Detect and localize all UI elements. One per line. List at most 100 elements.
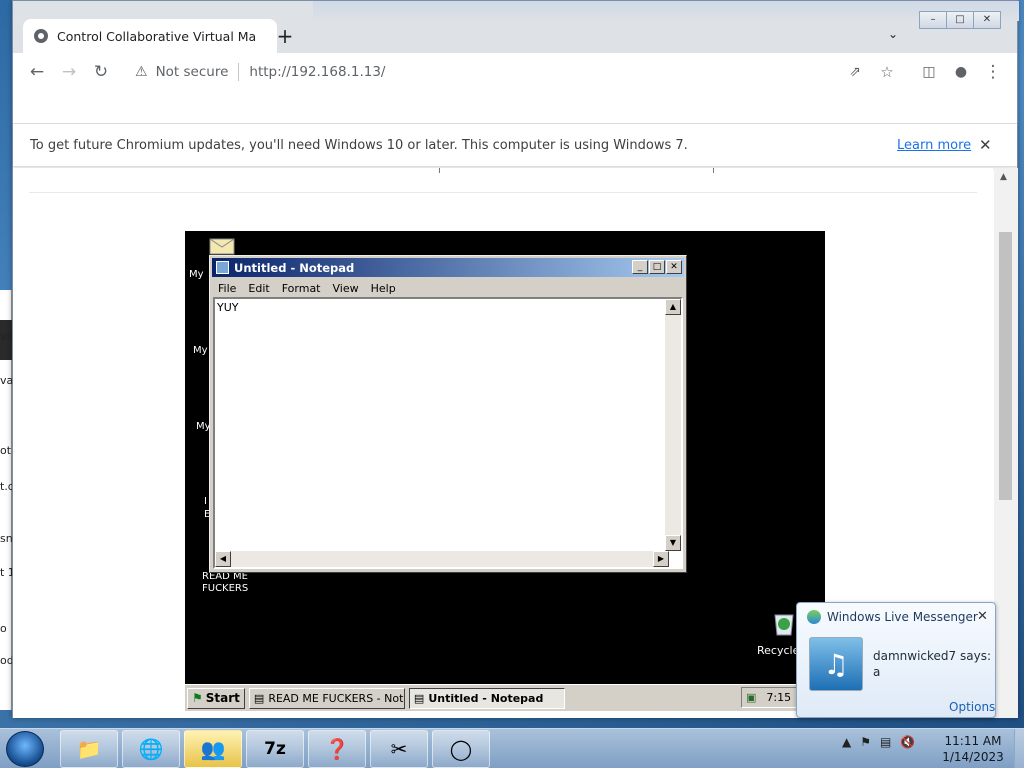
toast-options-link[interactable]: Options [949, 700, 995, 714]
learn-more-link[interactable]: Learn more [897, 138, 971, 153]
recycle-bin-icon[interactable] [769, 607, 799, 637]
bg-fragment: od [0, 654, 12, 667]
security-label: Not secure [155, 64, 229, 80]
bg-fragment: sn [0, 532, 12, 545]
menu-view[interactable]: View [327, 282, 365, 295]
tray-expand-icon[interactable]: ▲ [842, 735, 851, 749]
notepad-titlebar[interactable]: Untitled - Notepad [212, 258, 684, 277]
tab-title: Control Collaborative Virtual Ma [57, 28, 257, 44]
toast-close-icon[interactable]: ✕ [977, 609, 988, 624]
notepad-text[interactable]: YUY [217, 301, 239, 314]
snipping-tool-icon[interactable]: ✂ [370, 730, 428, 768]
reload-icon[interactable]: ↻ [85, 56, 117, 88]
toast-sender: damnwicked7 says: [873, 649, 991, 663]
network-icon[interactable]: 🌐 [122, 730, 180, 768]
notepad-window[interactable]: Untitled - Notepad _ □ ✕ File Edit Forma… [209, 255, 687, 573]
omnibox-separator [238, 63, 240, 81]
scroll-up-icon[interactable]: ▲ [665, 299, 681, 315]
notepad-close-button[interactable]: ✕ [666, 260, 682, 274]
content-divider [29, 192, 977, 193]
tray-network-icon[interactable]: ▣ [746, 691, 756, 704]
desktop-icon-label[interactable]: Recycle [757, 645, 799, 657]
scroll-right-icon[interactable]: ▶ [653, 551, 669, 567]
scroll-down-icon[interactable]: ▼ [665, 535, 681, 551]
scroll-thumb[interactable] [999, 232, 1012, 500]
warning-icon: ⚠ [135, 64, 148, 80]
remote-task-button[interactable]: ▤ READ ME FUCKERS - Not... [248, 687, 405, 709]
notepad-menubar: File Edit Format View Help [210, 279, 686, 297]
start-label: Start [205, 691, 240, 705]
menu-dots-icon[interactable]: ⋮ [977, 56, 1009, 88]
maximize-button[interactable]: □ [946, 11, 974, 29]
network-tray-icon[interactable]: ▤ [880, 735, 891, 749]
frame-glass [313, 1, 1019, 21]
content-tick [439, 168, 440, 173]
notepad-task-icon: ▤ [253, 691, 265, 705]
desktop-icon-label[interactable]: My [193, 345, 208, 357]
clock[interactable]: 11:11 AM 1/14/2023 [940, 733, 1006, 765]
start-orb[interactable] [6, 731, 44, 767]
notepad-text-area[interactable]: YUY ▲ ▼ ◀ ▶ [213, 297, 683, 569]
remote-desktop-screen[interactable]: My My My I E READ ME FUCKERS Recycle Unt… [185, 231, 825, 711]
toolbar-right: ◫ ● ⋮ [913, 56, 1009, 88]
bookmark-star-icon[interactable]: ☆ [871, 56, 903, 88]
toast-title: Windows Live Messenger [827, 610, 978, 624]
tab-search-chevron-icon[interactable]: ⌄ [883, 27, 903, 47]
address-bar[interactable]: ⚠ Not secure http://192.168.1.13/ [127, 56, 887, 88]
page-scrollbar[interactable]: ▲ [994, 168, 1018, 718]
volume-muted-icon[interactable]: 🔇 [900, 735, 915, 749]
forward-arrow-icon[interactable]: → [53, 56, 85, 88]
desktop-icon-label[interactable]: READ ME FUCKERS [202, 571, 248, 595]
remote-task-label: READ ME FUCKERS - Not... [268, 691, 405, 705]
browser-tab[interactable]: Control Collaborative Virtual Ma [23, 19, 277, 53]
remote-task-button-active[interactable]: ▤ Untitled - Notepad [408, 687, 565, 709]
bg-fragment: o [0, 622, 7, 635]
toast-header: Windows Live Messenger [807, 610, 978, 624]
show-desktop-button[interactable] [1014, 729, 1024, 768]
scroll-up-icon[interactable]: ▲ [1000, 172, 1007, 182]
clock-date: 1/14/2023 [942, 750, 1004, 764]
minimize-button[interactable]: – [919, 11, 947, 29]
desktop-icon-label[interactable]: My [189, 269, 204, 281]
users-icon[interactable]: 👥 [184, 730, 242, 768]
menu-format[interactable]: Format [276, 282, 327, 295]
omnibox-actions: ⇗ ☆ [839, 56, 903, 88]
infobar-close-icon[interactable]: ✕ [979, 136, 992, 154]
remote-start-button[interactable]: ⚑ Start [187, 687, 245, 709]
notepad-maximize-button[interactable]: □ [649, 260, 665, 274]
desktop-icon-label[interactable]: I [204, 496, 207, 508]
profile-icon[interactable]: ● [945, 56, 977, 88]
help-icon[interactable]: ❓ [308, 730, 366, 768]
share-icon[interactable]: ⇗ [839, 56, 871, 88]
bg-fragment: va [0, 374, 12, 387]
remote-task-label: Untitled - Notepad [428, 691, 544, 705]
back-arrow-icon[interactable]: ← [21, 56, 53, 88]
action-center-flag-icon[interactable]: ⚑ [860, 735, 871, 749]
menu-help[interactable]: Help [365, 282, 402, 295]
globe-icon [34, 29, 48, 43]
chromium-icon[interactable]: ◯ [432, 730, 490, 768]
notepad-title: Untitled - Notepad [234, 260, 355, 275]
envelope-icon[interactable] [209, 233, 235, 255]
background-window[interactable]: vit va ot t.d sn t 1 o od [0, 290, 12, 710]
explorer-icon[interactable]: 📁 [60, 730, 118, 768]
browser-toolbar: ← → ↻ ⚠ Not secure http://192.168.1.13/ … [13, 53, 1017, 91]
menu-edit[interactable]: Edit [242, 282, 275, 295]
menu-file[interactable]: File [212, 282, 242, 295]
side-panel-icon[interactable]: ◫ [913, 56, 945, 88]
7zip-icon[interactable]: 7z [246, 730, 304, 768]
horizontal-scrollbar[interactable]: ◀ ▶ [215, 551, 669, 567]
windows-taskbar: 📁 🌐 👥 7z ❓ ✂ ◯ ▲ ⚑ ▤ 🔇 11:11 AM 1/14/202… [0, 728, 1024, 768]
vertical-scrollbar[interactable]: ▲ ▼ [665, 299, 681, 551]
new-tab-button[interactable]: + [273, 25, 297, 49]
bg-fragment: t 1 [0, 566, 12, 579]
remote-clock[interactable]: 7:15 [766, 691, 791, 704]
notepad-minimize-button[interactable]: _ [632, 260, 648, 274]
update-infobar: To get future Chromium updates, you'll n… [13, 123, 1017, 167]
messenger-icon [807, 610, 821, 624]
messenger-toast[interactable]: Windows Live Messenger ✕ ♫ damnwicked7 s… [796, 602, 996, 718]
close-window-button[interactable]: ✕ [973, 11, 1001, 29]
window-controls: – □ ✕ [919, 11, 1001, 29]
url-text[interactable]: http://192.168.1.13/ [249, 64, 385, 80]
scroll-left-icon[interactable]: ◀ [215, 551, 231, 567]
